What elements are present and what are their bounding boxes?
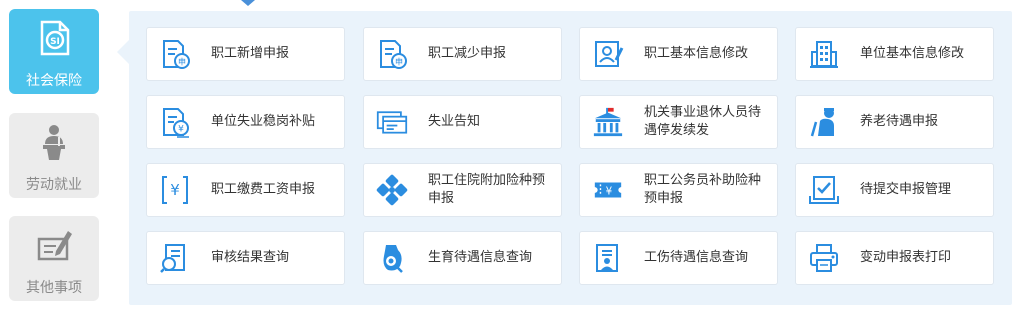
service-company-info-edit[interactable]: 单位基本信息修改 [795, 27, 994, 81]
svg-text:¥: ¥ [606, 186, 613, 198]
service-label: 职工公务员补助险种预申报 [644, 173, 762, 206]
worker-doc-icon [592, 242, 624, 274]
building-icon [808, 38, 840, 70]
service-label: 变动申报表打印 [860, 250, 952, 265]
service-pension-application[interactable]: 养老待遇申报 [795, 95, 994, 149]
sidebar-item-label: 社会保险 [26, 73, 82, 89]
service-label: 单位基本信息修改 [860, 46, 965, 61]
doc-stamp-icon: 申 [159, 38, 191, 70]
sidebar-item-employment[interactable]: 劳动就业 [9, 113, 99, 198]
service-label: 职工新增申报 [211, 46, 290, 61]
service-unemployment-subsidy[interactable]: ¥ 单位失业稳岗补贴 [146, 95, 345, 149]
service-label: 职工缴费工资申报 [211, 182, 316, 197]
service-label: 待提交申报管理 [860, 182, 952, 197]
maternity-icon [376, 242, 408, 274]
svg-text:¥: ¥ [170, 181, 180, 199]
id-card-edit-icon [592, 38, 624, 70]
service-wage-declaration[interactable]: ¥ 职工缴费工资申报 [146, 163, 345, 217]
svg-text:¥: ¥ [178, 125, 184, 135]
service-injury-benefit-query[interactable]: 工伤待遇信息查询 [579, 231, 778, 285]
service-label: 职工住院附加险种预申报 [428, 173, 546, 206]
sidebar-item-label: 劳动就业 [26, 177, 82, 193]
service-hospital-insurance-pre[interactable]: 职工住院附加险种预申报 [363, 163, 562, 217]
checklist-tray-icon [808, 174, 840, 206]
bracket-yuan-icon: ¥ [159, 174, 191, 206]
sidebar-item-social-insurance[interactable]: SI 社会保险 [9, 9, 99, 94]
service-label: 机关事业退休人员待遇停发续发 [644, 105, 762, 138]
service-label: 失业告知 [428, 114, 481, 129]
service-employee-add[interactable]: 申 职工新增申报 [146, 27, 345, 81]
service-label: 生育待遇信息查询 [428, 250, 533, 265]
active-pointer [117, 40, 129, 64]
doc-yuan-icon: ¥ [159, 106, 191, 138]
government-building-icon [592, 106, 624, 138]
service-pending-submission[interactable]: 待提交申报管理 [795, 163, 994, 217]
service-review-result-query[interactable]: 审核结果查询 [146, 231, 345, 285]
svg-text:申: 申 [395, 57, 403, 67]
elderly-person-icon [808, 106, 840, 138]
service-label: 审核结果查询 [211, 250, 290, 265]
ticket-yuan-icon: ¥ [592, 174, 624, 206]
service-employee-reduce[interactable]: 申 职工减少申报 [363, 27, 562, 81]
sidebar-item-label: 其他事项 [26, 280, 82, 296]
pen-document-icon [34, 225, 74, 265]
service-label: 工伤待遇信息查询 [644, 250, 749, 265]
windows-icon [376, 106, 408, 138]
top-nub [241, 0, 255, 6]
svg-text:申: 申 [178, 57, 186, 67]
service-civil-servant-subsidy-pre[interactable]: ¥ 职工公务员补助险种预申报 [579, 163, 778, 217]
medical-cross-icon [376, 174, 408, 206]
service-label: 职工减少申报 [428, 46, 507, 61]
service-maternity-benefit-query[interactable]: 生育待遇信息查询 [363, 231, 562, 285]
service-change-form-print[interactable]: 变动申报表打印 [795, 231, 994, 285]
speaker-podium-icon [34, 122, 74, 162]
service-label: 职工基本信息修改 [644, 46, 749, 61]
service-label: 单位失业稳岗补贴 [211, 114, 316, 129]
service-label: 养老待遇申报 [860, 114, 939, 129]
service-retiree-benefit-suspend[interactable]: 机关事业退休人员待遇停发续发 [579, 95, 778, 149]
doc-stamp-icon: 申 [376, 38, 408, 70]
service-unemployment-notice[interactable]: 失业告知 [363, 95, 562, 149]
social-insurance-icon: SI [34, 18, 74, 58]
printer-icon [808, 242, 840, 274]
doc-search-icon [159, 242, 191, 274]
sidebar-item-other[interactable]: 其他事项 [9, 216, 99, 301]
service-employee-info-edit[interactable]: 职工基本信息修改 [579, 27, 778, 81]
svg-text:SI: SI [50, 37, 60, 47]
